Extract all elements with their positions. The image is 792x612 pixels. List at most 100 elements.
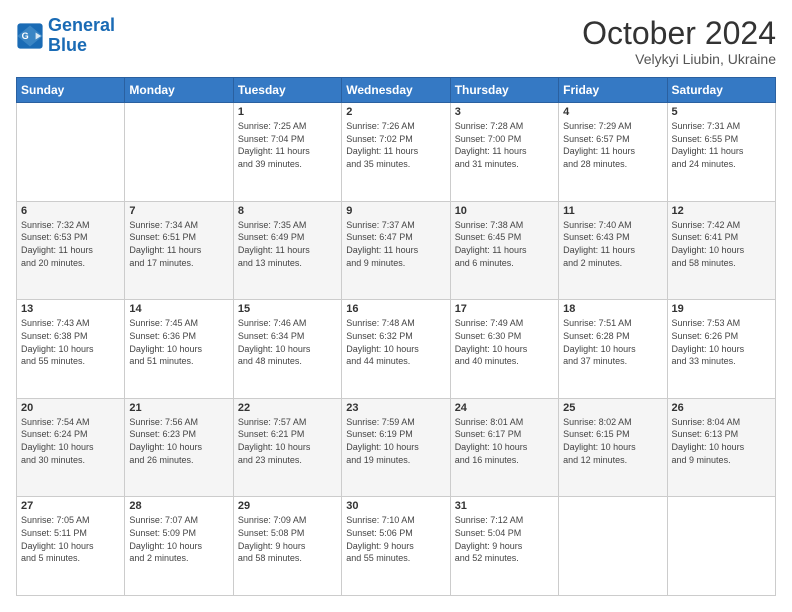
col-header-wednesday: Wednesday: [342, 78, 450, 103]
day-number: 17: [455, 303, 554, 315]
day-number: 28: [129, 500, 228, 512]
calendar-cell: 4Sunrise: 7:29 AM Sunset: 6:57 PM Daylig…: [559, 103, 667, 202]
day-info: Sunrise: 7:05 AM Sunset: 5:11 PM Dayligh…: [21, 514, 120, 564]
calendar-cell: 5 Sunrise: 7:31 AM Sunset: 6:55 PM Daylig…: [667, 103, 775, 202]
header: G General Blue October 2024 Velykyi Liub…: [16, 16, 776, 67]
day-number: 1: [238, 106, 337, 118]
day-number: 15: [238, 303, 337, 315]
calendar-cell: 25Sunrise: 8:02 AM Sunset: 6:15 PM Dayli…: [559, 398, 667, 497]
calendar-cell: 30Sunrise: 7:10 AM Sunset: 5:06 PM Dayli…: [342, 497, 450, 596]
day-number: 14: [129, 303, 228, 315]
col-header-friday: Friday: [559, 78, 667, 103]
day-info: Sunrise: 8:04 AM Sunset: 6:13 PM Dayligh…: [672, 416, 771, 466]
calendar-cell: 2 Sunrise: 7:26 AM Sunset: 7:02 PM Daylig…: [342, 103, 450, 202]
logo-line2: Blue: [48, 35, 87, 55]
day-info: Sunrise: 7:45 AM Sunset: 6:36 PM Dayligh…: [129, 317, 228, 367]
day-info: Sunrise: 7:54 AM Sunset: 6:24 PM Dayligh…: [21, 416, 120, 466]
logo-text: General Blue: [48, 16, 115, 56]
day-info: Sunrise: 7:26 AM Sunset: 7:02 PM Dayligh…: [346, 120, 445, 170]
day-number: 6: [21, 205, 120, 217]
col-header-monday: Monday: [125, 78, 233, 103]
calendar-cell: [17, 103, 125, 202]
day-info: Sunrise: 7:51 AM Sunset: 6:28 PM Dayligh…: [563, 317, 662, 367]
day-info: Sunrise: 7:40 AM Sunset: 6:43 PM Dayligh…: [563, 219, 662, 269]
calendar-cell: 24 Sunrise: 8:01 AM Sunset: 6:17 PM Dayli…: [450, 398, 558, 497]
day-info: Sunrise: 7:28 AM Sunset: 7:00 PM Dayligh…: [455, 120, 554, 170]
calendar-cell: [125, 103, 233, 202]
day-number: 11: [563, 205, 662, 217]
calendar-cell: [559, 497, 667, 596]
day-info: Sunrise: 8:01 AM Sunset: 6:17 PM Dayligh…: [455, 416, 554, 466]
calendar-cell: 22Sunrise: 7:57 AM Sunset: 6:21 PM Dayli…: [233, 398, 341, 497]
page-subtitle: Velykyi Liubin, Ukraine: [582, 51, 776, 67]
day-number: 30: [346, 500, 445, 512]
col-header-tuesday: Tuesday: [233, 78, 341, 103]
calendar-cell: 13Sunrise: 7:43 AM Sunset: 6:38 PM Dayli…: [17, 300, 125, 399]
day-info: Sunrise: 7:46 AM Sunset: 6:34 PM Dayligh…: [238, 317, 337, 367]
calendar-cell: 15 Sunrise: 7:46 AM Sunset: 6:34 PM Dayli…: [233, 300, 341, 399]
calendar-cell: 27 Sunrise: 7:05 AM Sunset: 5:11 PM Dayli…: [17, 497, 125, 596]
day-info: Sunrise: 7:12 AM Sunset: 5:04 PM Dayligh…: [455, 514, 554, 564]
day-number: 19: [672, 303, 771, 315]
calendar-cell: 7Sunrise: 7:34 AM Sunset: 6:51 PM Daylig…: [125, 201, 233, 300]
calendar-cell: 28Sunrise: 7:07 AM Sunset: 5:09 PM Dayli…: [125, 497, 233, 596]
logo: G General Blue: [16, 16, 115, 56]
day-number: 21: [129, 402, 228, 414]
day-info: Sunrise: 7:37 AM Sunset: 6:47 PM Dayligh…: [346, 219, 445, 269]
calendar-row-2: 13Sunrise: 7:43 AM Sunset: 6:38 PM Dayli…: [17, 300, 776, 399]
calendar-cell: 19Sunrise: 7:53 AM Sunset: 6:26 PM Dayli…: [667, 300, 775, 399]
calendar-cell: 18 Sunrise: 7:51 AM Sunset: 6:28 PM Dayli…: [559, 300, 667, 399]
calendar-body: 1Sunrise: 7:25 AM Sunset: 7:04 PM Daylig…: [17, 103, 776, 596]
day-number: 4: [563, 106, 662, 118]
day-info: Sunrise: 7:43 AM Sunset: 6:38 PM Dayligh…: [21, 317, 120, 367]
calendar-cell: 1Sunrise: 7:25 AM Sunset: 7:04 PM Daylig…: [233, 103, 341, 202]
calendar-cell: 11 Sunrise: 7:40 AM Sunset: 6:43 PM Dayli…: [559, 201, 667, 300]
day-info: Sunrise: 7:49 AM Sunset: 6:30 PM Dayligh…: [455, 317, 554, 367]
day-number: 29: [238, 500, 337, 512]
day-number: 8: [238, 205, 337, 217]
day-number: 24: [455, 402, 554, 414]
calendar-cell: 14 Sunrise: 7:45 AM Sunset: 6:36 PM Dayli…: [125, 300, 233, 399]
day-info: Sunrise: 7:31 AM Sunset: 6:55 PM Dayligh…: [672, 120, 771, 170]
calendar-row-0: 1Sunrise: 7:25 AM Sunset: 7:04 PM Daylig…: [17, 103, 776, 202]
day-number: 27: [21, 500, 120, 512]
calendar-row-1: 6 Sunrise: 7:32 AM Sunset: 6:53 PM Daylig…: [17, 201, 776, 300]
day-number: 31: [455, 500, 554, 512]
day-number: 5: [672, 106, 771, 118]
day-info: Sunrise: 8:02 AM Sunset: 6:15 PM Dayligh…: [563, 416, 662, 466]
col-header-saturday: Saturday: [667, 78, 775, 103]
calendar-cell: 29 Sunrise: 7:09 AM Sunset: 5:08 PM Dayli…: [233, 497, 341, 596]
col-header-thursday: Thursday: [450, 78, 558, 103]
page-title: October 2024: [582, 16, 776, 51]
calendar-cell: 9 Sunrise: 7:37 AM Sunset: 6:47 PM Daylig…: [342, 201, 450, 300]
day-number: 3: [455, 106, 554, 118]
calendar-row-3: 20 Sunrise: 7:54 AM Sunset: 6:24 PM Dayli…: [17, 398, 776, 497]
calendar-cell: 16Sunrise: 7:48 AM Sunset: 6:32 PM Dayli…: [342, 300, 450, 399]
calendar-cell: 3 Sunrise: 7:28 AM Sunset: 7:00 PM Daylig…: [450, 103, 558, 202]
calendar-header: SundayMondayTuesdayWednesdayThursdayFrid…: [17, 78, 776, 103]
day-number: 22: [238, 402, 337, 414]
svg-text:G: G: [22, 31, 29, 41]
day-number: 18: [563, 303, 662, 315]
day-number: 2: [346, 106, 445, 118]
calendar-cell: 23Sunrise: 7:59 AM Sunset: 6:19 PM Dayli…: [342, 398, 450, 497]
day-number: 20: [21, 402, 120, 414]
day-info: Sunrise: 7:09 AM Sunset: 5:08 PM Dayligh…: [238, 514, 337, 564]
day-number: 12: [672, 205, 771, 217]
calendar-table: SundayMondayTuesdayWednesdayThursdayFrid…: [16, 77, 776, 596]
header-row: SundayMondayTuesdayWednesdayThursdayFrid…: [17, 78, 776, 103]
day-info: Sunrise: 7:48 AM Sunset: 6:32 PM Dayligh…: [346, 317, 445, 367]
calendar-row-4: 27 Sunrise: 7:05 AM Sunset: 5:11 PM Dayli…: [17, 497, 776, 596]
col-header-sunday: Sunday: [17, 78, 125, 103]
day-number: 26: [672, 402, 771, 414]
calendar-cell: [667, 497, 775, 596]
day-info: Sunrise: 7:34 AM Sunset: 6:51 PM Dayligh…: [129, 219, 228, 269]
calendar-cell: 10Sunrise: 7:38 AM Sunset: 6:45 PM Dayli…: [450, 201, 558, 300]
day-info: Sunrise: 7:59 AM Sunset: 6:19 PM Dayligh…: [346, 416, 445, 466]
calendar-cell: 12Sunrise: 7:42 AM Sunset: 6:41 PM Dayli…: [667, 201, 775, 300]
calendar-cell: 31 Sunrise: 7:12 AM Sunset: 5:04 PM Dayli…: [450, 497, 558, 596]
day-number: 9: [346, 205, 445, 217]
day-info: Sunrise: 7:38 AM Sunset: 6:45 PM Dayligh…: [455, 219, 554, 269]
calendar-cell: 20 Sunrise: 7:54 AM Sunset: 6:24 PM Dayli…: [17, 398, 125, 497]
day-info: Sunrise: 7:32 AM Sunset: 6:53 PM Dayligh…: [21, 219, 120, 269]
